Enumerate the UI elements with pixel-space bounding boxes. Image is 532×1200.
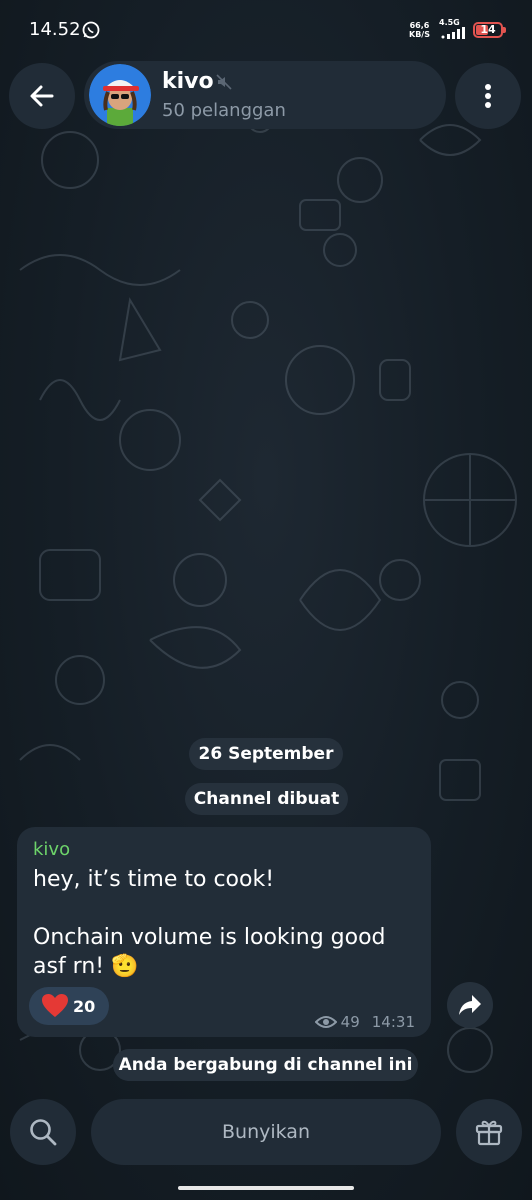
signal-icon	[441, 27, 465, 39]
back-button[interactable]	[9, 63, 75, 129]
status-bar: 14.52 66,6 KB/S 4.5G 14	[0, 0, 532, 60]
battery-icon: 14	[473, 22, 503, 38]
avatar-image	[89, 64, 151, 126]
channel-created-notice: Channel dibuat	[185, 783, 348, 815]
search-icon	[30, 1119, 57, 1146]
message-bubble[interactable]: kivo hey, it’s time to cook! Onchain vol…	[17, 827, 431, 1037]
message-meta: 49 14:31	[314, 1013, 415, 1031]
search-button[interactable]	[10, 1099, 76, 1165]
joined-channel-notice: Anda bergabung di channel ini	[113, 1049, 418, 1081]
back-arrow-icon	[30, 85, 54, 107]
network-speed: 66,6 KB/S	[409, 21, 430, 39]
message-text: hey, it’s time to cook! Onchain volume i…	[33, 865, 423, 981]
battery-level: 14	[480, 23, 496, 36]
gift-button[interactable]	[456, 1099, 522, 1165]
unmute-button[interactable]: Bunyikan	[91, 1099, 441, 1165]
channel-name: kivo	[162, 69, 214, 94]
message-author: kivo	[33, 839, 71, 860]
channel-avatar[interactable]	[89, 64, 151, 126]
home-indicator[interactable]	[178, 1186, 354, 1190]
views-icon	[314, 1016, 337, 1028]
network-speed-value: 66,6	[409, 21, 430, 30]
channel-header[interactable]: kivo 50 pelanggan	[84, 61, 446, 129]
view-count: 49	[340, 1013, 360, 1031]
reaction-chip[interactable]: 20	[29, 987, 109, 1025]
share-button[interactable]	[447, 982, 493, 1028]
more-options-button[interactable]	[455, 63, 521, 129]
share-arrow-icon	[459, 995, 481, 1015]
message-line-1: hey, it’s time to cook!	[33, 867, 275, 892]
date-separator: 26 September	[189, 738, 343, 770]
reaction-count: 20	[73, 996, 96, 1016]
heart-icon	[42, 994, 68, 1017]
subscriber-count: 50 pelanggan	[162, 100, 286, 121]
kebab-menu-icon	[485, 84, 491, 108]
whatsapp-notification-icon	[82, 21, 100, 39]
network-speed-unit: KB/S	[409, 30, 430, 39]
status-time: 14.52	[29, 19, 81, 40]
network-type: 4.5G	[439, 18, 460, 27]
muted-icon	[216, 74, 232, 90]
message-time: 14:31	[371, 1013, 415, 1031]
gift-icon	[475, 1120, 503, 1146]
message-line-2: Onchain volume is looking good asf rn! 🫡	[33, 925, 386, 979]
